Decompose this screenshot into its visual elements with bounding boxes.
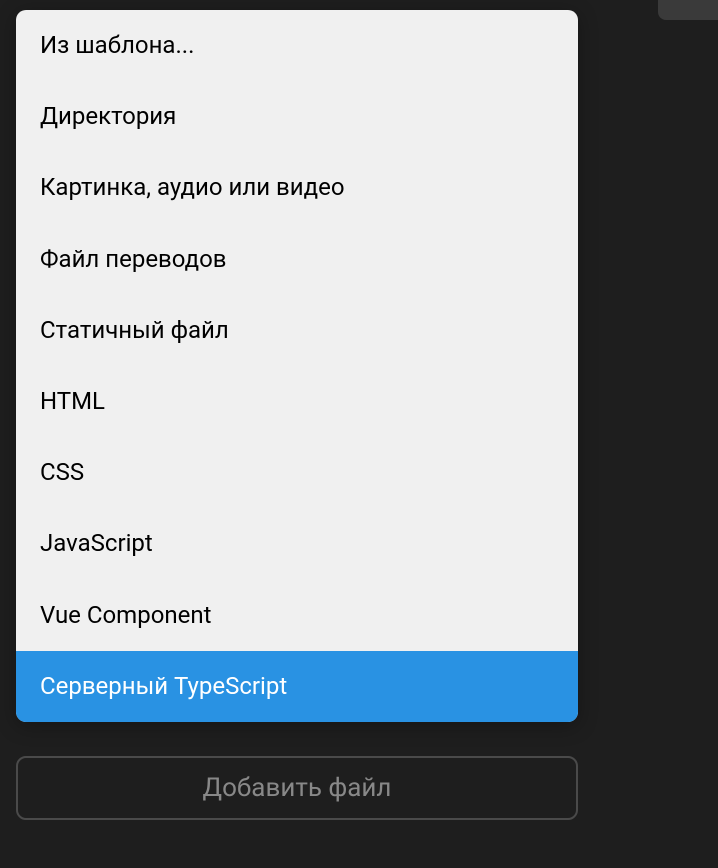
add-file-button-label: Добавить файл (203, 773, 392, 803)
menu-item-label: JavaScript (40, 529, 153, 557)
menu-item-label: Файл переводов (40, 245, 227, 273)
file-type-dropdown: Из шаблона... Директория Картинка, аудио… (16, 10, 578, 722)
menu-item-label: Директория (40, 102, 176, 130)
menu-item-label: Из шаблона... (40, 31, 194, 59)
menu-item-server-typescript[interactable]: Серверный TypeScript (16, 651, 578, 722)
menu-item-translation-file[interactable]: Файл переводов (16, 224, 578, 295)
menu-item-label: Серверный TypeScript (40, 672, 287, 700)
menu-item-label: Картинка, аудио или видео (40, 173, 345, 201)
menu-item-label: CSS (40, 458, 84, 486)
menu-item-label: HTML (40, 387, 105, 415)
menu-item-javascript[interactable]: JavaScript (16, 508, 578, 579)
menu-item-from-template[interactable]: Из шаблона... (16, 10, 578, 81)
menu-item-media[interactable]: Картинка, аудио или видео (16, 152, 578, 223)
add-file-button[interactable]: Добавить файл (16, 756, 578, 820)
menu-item-label: Vue Component (40, 601, 211, 629)
tab-fragment (658, 0, 718, 20)
menu-item-html[interactable]: HTML (16, 366, 578, 437)
menu-item-static-file[interactable]: Статичный файл (16, 295, 578, 366)
menu-item-vue-component[interactable]: Vue Component (16, 580, 578, 651)
menu-item-directory[interactable]: Директория (16, 81, 578, 152)
menu-item-label: Статичный файл (40, 316, 229, 344)
menu-item-css[interactable]: CSS (16, 437, 578, 508)
